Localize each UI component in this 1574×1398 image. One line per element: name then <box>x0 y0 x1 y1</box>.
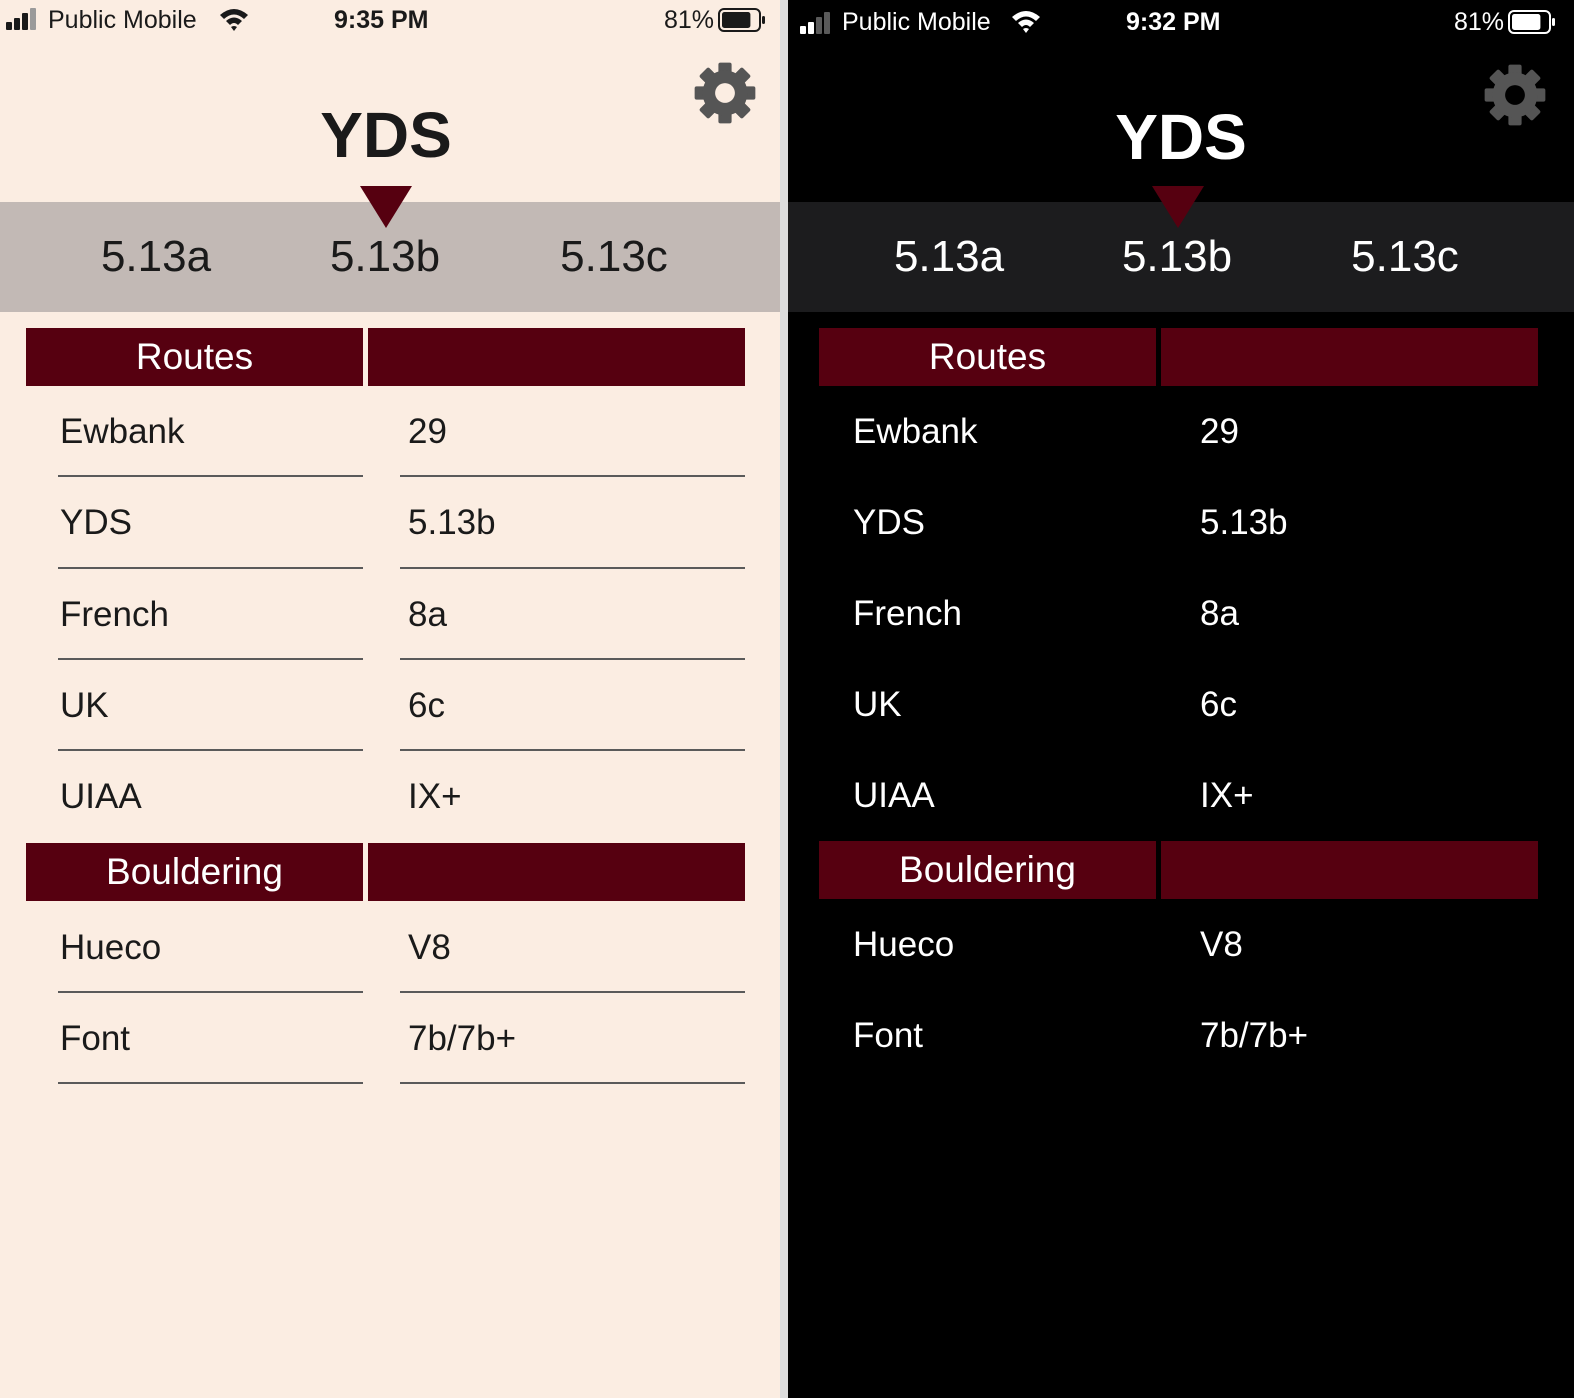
row-label: Ewbank <box>60 412 185 451</box>
divider <box>58 991 363 993</box>
grade-option-selected[interactable]: 5.13b <box>1087 230 1267 284</box>
section-header-bouldering: Bouldering <box>819 841 1156 899</box>
battery-fill <box>722 12 751 28</box>
grade-option[interactable]: 5.13a <box>66 230 246 284</box>
divider <box>58 475 363 477</box>
row-value: 6c <box>408 686 445 725</box>
status-bar: Public Mobile 9:35 PM 81% <box>0 0 780 44</box>
row-value: 5.13b <box>1200 503 1288 542</box>
row-label: French <box>853 594 962 633</box>
divider <box>58 749 363 751</box>
row-label: UK <box>60 686 109 725</box>
wifi-icon <box>1012 11 1040 33</box>
wifi-icon <box>220 9 248 31</box>
grade-option[interactable]: 5.13c <box>524 230 704 284</box>
battery-icon <box>718 8 765 32</box>
signal-strength-icon <box>800 12 836 34</box>
row-label: UIAA <box>853 776 935 815</box>
divider <box>400 658 745 660</box>
divider <box>400 749 745 751</box>
carrier-name: Public Mobile <box>48 6 197 34</box>
row-value: 8a <box>408 595 447 634</box>
grade-option-selected[interactable]: 5.13b <box>295 230 475 284</box>
section-header-blank <box>1161 841 1538 899</box>
divider <box>400 1082 745 1084</box>
divider <box>58 658 363 660</box>
clock: 9:35 PM <box>334 6 429 34</box>
battery-fill <box>1512 14 1541 30</box>
row-value: 29 <box>408 412 447 451</box>
row-value: V8 <box>408 928 451 967</box>
page-title: YDS <box>320 99 452 171</box>
dark-mode-screen: Public Mobile 9:32 PM 81% YDS 5.13a 5.13… <box>788 0 1574 1398</box>
page-title: YDS <box>1115 101 1247 173</box>
row-value: 5.13b <box>408 503 496 542</box>
section-header-routes: Routes <box>26 328 363 386</box>
section-header-blank <box>1161 328 1538 386</box>
grade-option[interactable]: 5.13a <box>859 230 1039 284</box>
battery-percentage: 81% <box>1454 8 1505 36</box>
light-mode-screen: Public Mobile 9:35 PM 81% YDS 5.13a 5.13… <box>0 0 780 1398</box>
section-header-routes: Routes <box>819 328 1156 386</box>
row-value: 7b/7b+ <box>408 1019 517 1058</box>
divider <box>58 567 363 569</box>
row-value: IX+ <box>408 777 462 816</box>
row-value: 8a <box>1200 594 1239 633</box>
row-label: Ewbank <box>853 412 978 451</box>
row-label: UIAA <box>60 777 142 816</box>
row-label: YDS <box>60 503 132 542</box>
status-bar: Public Mobile 9:32 PM 81% <box>788 0 1574 44</box>
row-label: YDS <box>853 503 925 542</box>
row-value: 29 <box>1200 412 1239 451</box>
battery-percentage: 81% <box>664 6 715 34</box>
row-label: Hueco <box>60 928 162 967</box>
row-value: IX+ <box>1200 776 1254 815</box>
grade-option[interactable]: 5.13c <box>1315 230 1495 284</box>
row-value: 7b/7b+ <box>1200 1016 1309 1055</box>
divider <box>58 1082 363 1084</box>
row-label: Font <box>60 1019 131 1058</box>
row-value: 6c <box>1200 685 1237 724</box>
row-label: Hueco <box>853 925 955 964</box>
selection-pointer-icon <box>1152 186 1204 228</box>
divider <box>400 567 745 569</box>
gear-icon[interactable] <box>692 60 758 126</box>
signal-strength-icon <box>6 8 42 30</box>
divider <box>400 991 745 993</box>
battery-icon <box>1508 10 1555 34</box>
selection-pointer-icon <box>360 186 412 228</box>
gear-icon[interactable] <box>1482 62 1548 128</box>
section-header-bouldering: Bouldering <box>26 843 363 901</box>
section-header-blank <box>368 328 745 386</box>
section-header-blank <box>368 843 745 901</box>
carrier-name: Public Mobile <box>842 8 991 36</box>
divider <box>400 475 745 477</box>
row-label: Font <box>853 1016 924 1055</box>
row-label: French <box>60 595 169 634</box>
row-value: V8 <box>1200 925 1243 964</box>
clock: 9:32 PM <box>1126 8 1221 36</box>
row-label: UK <box>853 685 902 724</box>
